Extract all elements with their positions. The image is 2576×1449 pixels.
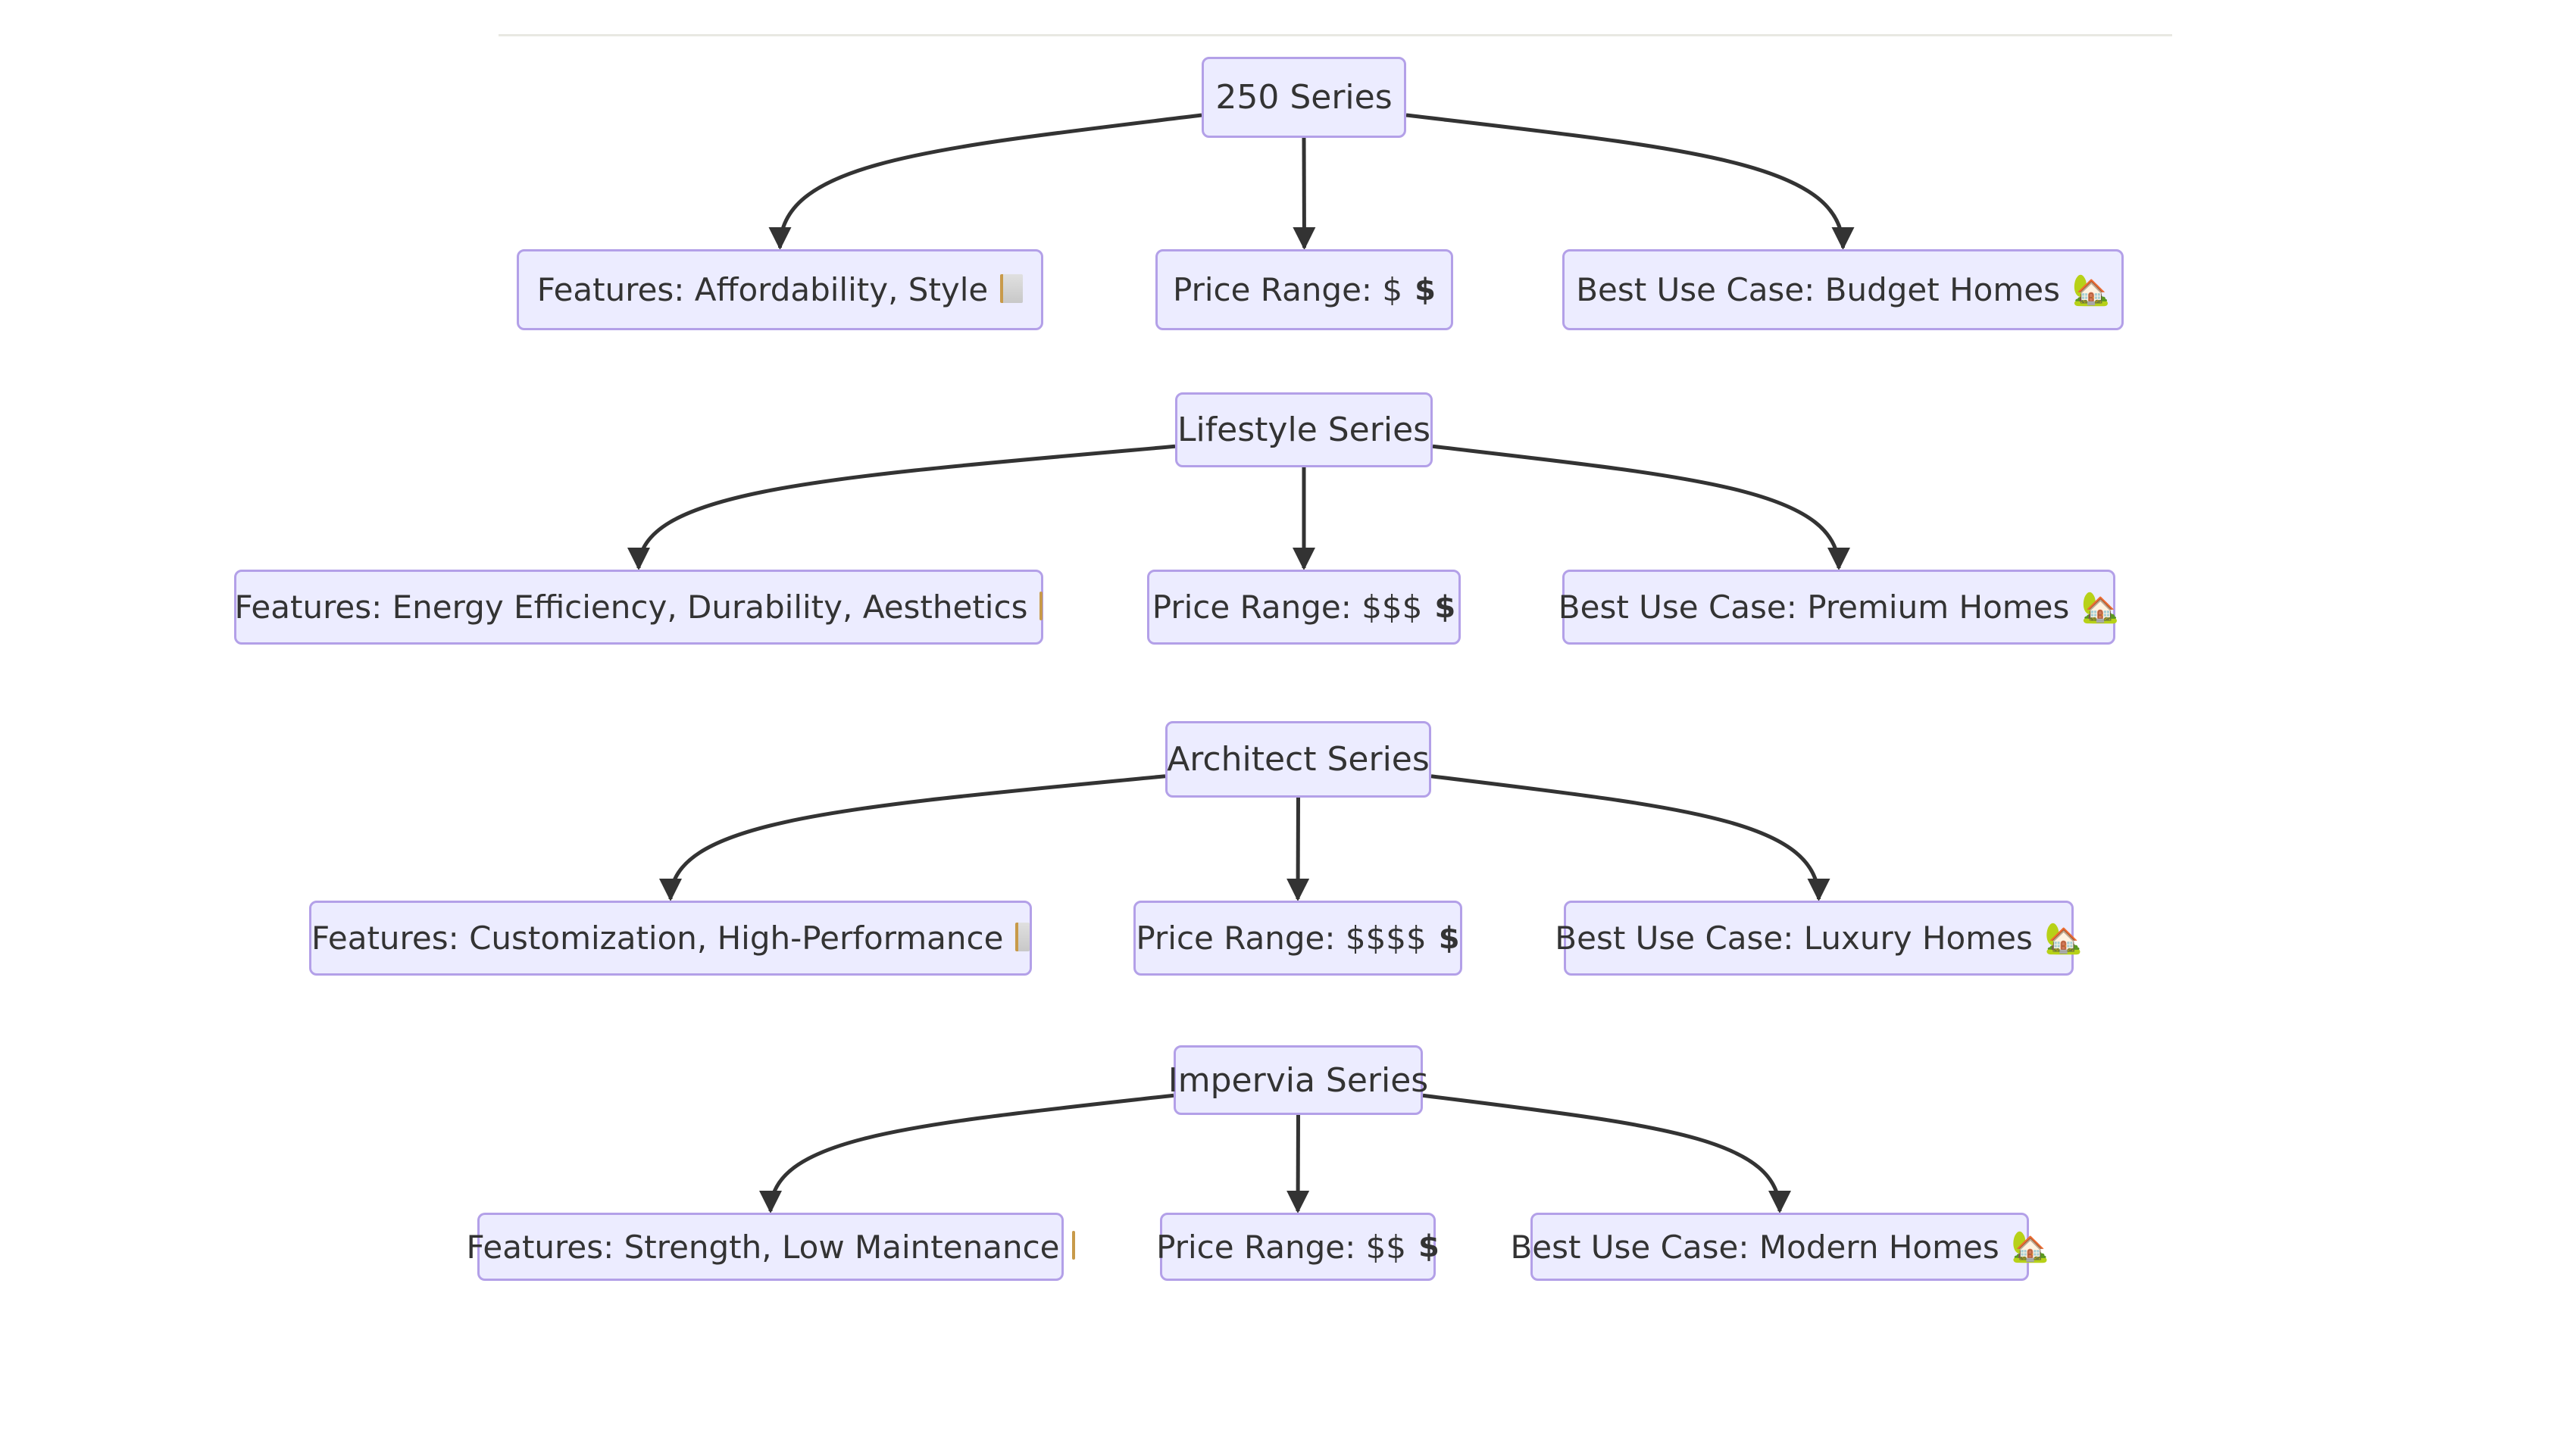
node-label: Best Use Case: Premium Homes	[1558, 589, 2070, 626]
edge-arrow	[1286, 1114, 1310, 1213]
node-label: Architect Series	[1167, 740, 1430, 779]
node-label: Price Range: $	[1173, 271, 1403, 308]
clipboard-icon	[1071, 1231, 1075, 1260]
house-with-garden-icon: 🏡	[2011, 1229, 2049, 1264]
node-price-lifestyle[interactable]: Price Range: $$$ $	[1147, 570, 1461, 645]
node-label: Features: Energy Efficiency, Durability,…	[234, 589, 1028, 626]
node-price-250[interactable]: Price Range: $ $	[1155, 249, 1453, 330]
clipboard-icon	[1039, 591, 1043, 620]
house-with-garden-icon: 🏡	[2071, 272, 2110, 308]
node-label: 250 Series	[1215, 78, 1393, 117]
node-impervia-series[interactable]: Impervia Series	[1168, 1045, 1428, 1115]
node-250-series[interactable]: 250 Series	[1202, 57, 1406, 138]
node-use-case-250[interactable]: Best Use Case: Budget Homes 🏡	[1562, 249, 2124, 330]
node-label: Features: Strength, Low Maintenance	[466, 1228, 1060, 1266]
node-lifestyle-series[interactable]: Lifestyle Series	[1175, 392, 1433, 467]
clipboard-icon	[1000, 273, 1024, 303]
heavy-dollar-sign-icon: $	[1434, 589, 1456, 625]
node-use-case-lifestyle[interactable]: Best Use Case: Premium Homes 🏡	[1558, 570, 2119, 645]
edge-arrow	[1286, 797, 1310, 901]
node-architect-series[interactable]: Architect Series	[1165, 721, 1431, 798]
node-use-case-architect[interactable]: Best Use Case: Luxury Homes 🏡	[1555, 901, 2083, 976]
node-label: Best Use Case: Luxury Homes	[1555, 920, 2033, 957]
heavy-dollar-sign-icon: $	[1415, 272, 1436, 308]
node-label: Best Use Case: Modern Homes	[1510, 1228, 1999, 1266]
node-label: Best Use Case: Budget Homes	[1576, 271, 2060, 308]
node-price-architect[interactable]: Price Range: $$$$ $	[1133, 901, 1462, 976]
edge-arrow	[759, 1093, 1174, 1213]
edge-arrow	[1405, 113, 1855, 250]
node-features-250[interactable]: Features: Affordability, Style	[517, 249, 1043, 330]
node-price-impervia[interactable]: Price Range: $$ $	[1156, 1213, 1440, 1281]
house-with-garden-icon: 🏡	[2081, 589, 2120, 625]
node-label: Price Range: $$$$	[1136, 920, 1427, 957]
node-label: Lifestyle Series	[1177, 411, 1431, 449]
node-label: Price Range: $$	[1156, 1228, 1407, 1266]
edge-arrow	[1422, 1093, 1791, 1213]
edge-arrow	[1430, 774, 1830, 901]
edge-arrow	[1293, 137, 1316, 250]
node-label: Features: Customization, High-Performanc…	[311, 920, 1004, 957]
edge-arrow	[627, 444, 1176, 570]
edge-arrow	[659, 774, 1166, 901]
house-with-garden-icon: 🏡	[2044, 920, 2083, 956]
clipboard-icon	[1015, 922, 1030, 951]
edge-arrow	[1432, 444, 1850, 570]
node-label: Price Range: $$$	[1152, 589, 1423, 626]
node-use-case-impervia[interactable]: Best Use Case: Modern Homes 🏡	[1510, 1213, 2049, 1281]
node-features-architect[interactable]: Features: Customization, High-Performanc…	[309, 901, 1032, 976]
heavy-dollar-sign-icon: $	[1418, 1229, 1440, 1264]
edge-arrow	[768, 113, 1202, 250]
node-features-lifestyle[interactable]: Features: Energy Efficiency, Durability,…	[234, 570, 1043, 645]
heavy-dollar-sign-icon: $	[1438, 920, 1460, 956]
node-label: Features: Affordability, Style	[536, 271, 989, 308]
node-features-impervia[interactable]: Features: Strength, Low Maintenance	[467, 1213, 1075, 1281]
node-label: Impervia Series	[1168, 1060, 1429, 1100]
